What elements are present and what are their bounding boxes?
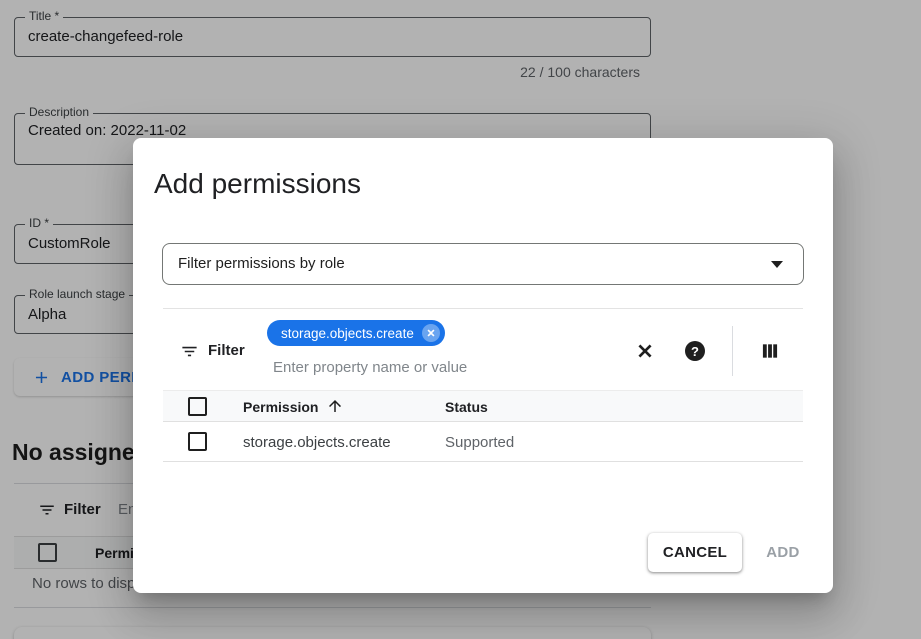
row-checkbox[interactable]	[188, 432, 207, 451]
columns-icon	[760, 341, 780, 361]
permissions-filter-toolbar: Filter storage.objects.create Enter prop…	[163, 308, 803, 390]
help-icon: ?	[685, 341, 705, 361]
permission-cell: storage.objects.create	[243, 434, 391, 451]
role-filter-dropdown[interactable]: Filter permissions by role	[162, 243, 804, 285]
filter-chip[interactable]: storage.objects.create	[267, 320, 445, 346]
filter-icon	[180, 342, 199, 361]
sort-ascending-icon[interactable]	[326, 397, 344, 415]
filter-chip-label: storage.objects.create	[281, 326, 414, 341]
dialog-title: Add permissions	[154, 168, 361, 200]
chevron-down-icon	[771, 261, 783, 268]
close-icon	[426, 328, 436, 338]
table-row[interactable]: storage.objects.create Supported	[163, 422, 803, 462]
help-button[interactable]: ?	[681, 337, 709, 365]
clear-filters-button[interactable]	[631, 337, 659, 365]
close-icon	[635, 341, 655, 361]
select-all-checkbox[interactable]	[188, 397, 207, 416]
toolbar-divider	[732, 326, 733, 376]
cancel-button[interactable]: CANCEL	[648, 533, 742, 572]
permissions-table-header: Permission Status	[163, 390, 803, 422]
chip-remove-button[interactable]	[422, 324, 440, 342]
status-cell: Supported	[445, 434, 514, 451]
permissions-table: Permission Status storage.objects.create…	[163, 390, 803, 462]
status-column-header[interactable]: Status	[445, 399, 488, 415]
filter-label: Filter	[208, 342, 245, 359]
add-button[interactable]: ADD	[753, 533, 813, 572]
column-display-options-button[interactable]	[756, 337, 784, 365]
add-permissions-dialog: Add permissions Filter permissions by ro…	[133, 138, 833, 593]
role-filter-placeholder: Filter permissions by role	[178, 244, 345, 284]
permission-column-header[interactable]: Permission	[243, 399, 318, 415]
filter-input-placeholder[interactable]: Enter property name or value	[273, 359, 467, 376]
